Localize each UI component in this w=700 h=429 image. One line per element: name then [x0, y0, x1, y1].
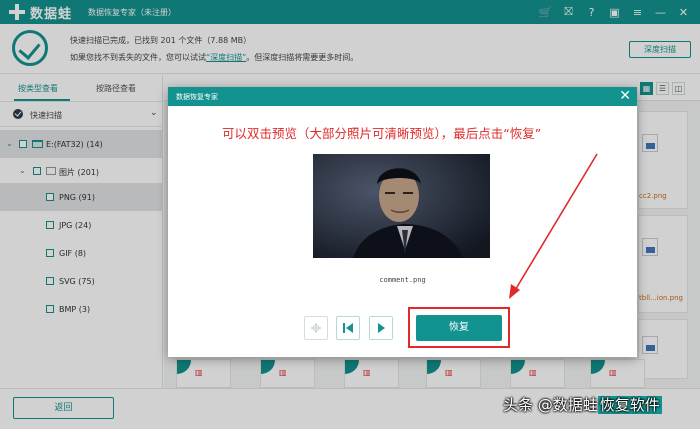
- portrait-image: [313, 154, 490, 258]
- crosshair-icon: [311, 323, 321, 333]
- skip-back-icon: [343, 323, 353, 333]
- watermark: 头条 @数据蛙 恢复软件: [503, 394, 662, 415]
- zoom-button[interactable]: [304, 316, 328, 340]
- watermark-highlight: 恢复软件: [597, 396, 662, 414]
- dialog-header: 数据恢复专家 ✕: [168, 87, 637, 106]
- preview-dialog: 数据恢复专家 ✕ 可以双击预览（大部分照片可清晰预览），最后点击“恢复” com…: [168, 87, 637, 357]
- watermark-prefix: 头条 @数据蛙: [503, 396, 598, 414]
- photo-preview[interactable]: [313, 154, 490, 258]
- dialog-title: 数据恢复专家: [176, 93, 218, 101]
- next-button[interactable]: [369, 316, 393, 340]
- preview-file-name: comment.png: [379, 276, 426, 284]
- annotation-text: 可以双击预览（大部分照片可清晰预览），最后点击“恢复”: [222, 126, 542, 141]
- close-icon[interactable]: ✕: [619, 88, 631, 104]
- play-icon: [378, 323, 385, 333]
- previous-button[interactable]: [336, 316, 360, 340]
- recover-button[interactable]: 恢复: [416, 315, 502, 341]
